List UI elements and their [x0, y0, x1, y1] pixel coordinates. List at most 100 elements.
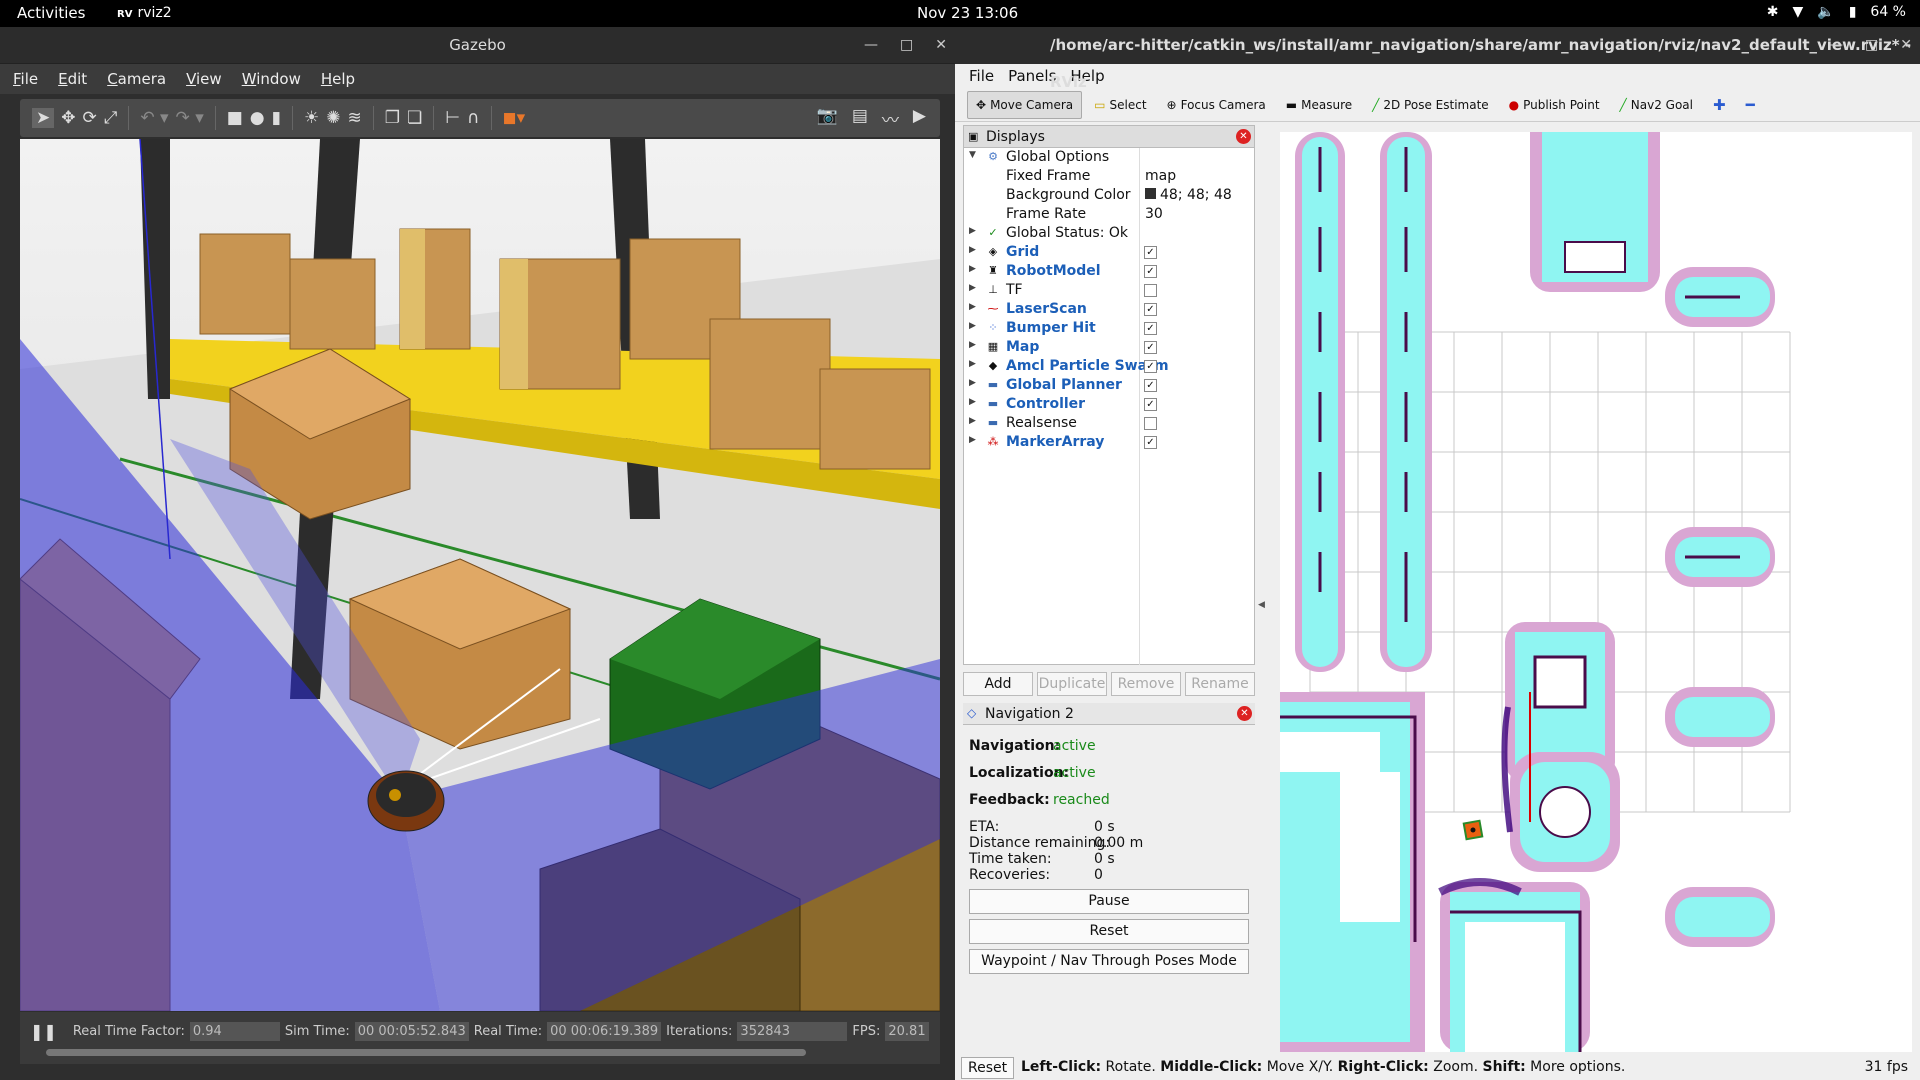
close-icon[interactable]: ✕: [1900, 27, 1912, 64]
tree-row-fixed-frame[interactable]: Fixed Frame map: [964, 167, 1254, 186]
close-panel-icon[interactable]: ✕: [1237, 706, 1252, 721]
nav2-goal-button[interactable]: ╱ Nav2 Goal: [1612, 92, 1701, 118]
rviz-3d-view[interactable]: [1280, 132, 1912, 1052]
measure-button[interactable]: ▬ Measure: [1278, 92, 1360, 118]
menu-window[interactable]: Window: [242, 64, 301, 94]
view-angle-icon[interactable]: ◼▾: [503, 108, 526, 128]
tree-row-amcl-particle-swarm[interactable]: ▶ ◆ Amcl Particle Swarm ✓: [964, 357, 1254, 376]
checkbox[interactable]: ✓: [1144, 360, 1157, 373]
checkbox[interactable]: ✓: [1144, 398, 1157, 411]
waypoint-mode-button[interactable]: Waypoint / Nav Through Poses Mode: [969, 949, 1249, 974]
close-panel-icon[interactable]: ✕: [1236, 129, 1251, 144]
frame-rate-value[interactable]: 30: [1145, 206, 1163, 222]
gazebo-titlebar[interactable]: Gazebo — □ ✕: [0, 27, 955, 64]
rviz-toolbar: ✥ Move Camera ▭ Select ⊕ Focus Camera ▬ Meas…: [955, 88, 1920, 122]
plot-icon[interactable]: 〰: [882, 106, 899, 131]
tree-row-laserscan[interactable]: ▶ ⁓ LaserScan ✓: [964, 300, 1254, 319]
horizontal-scrollbar[interactable]: [46, 1049, 806, 1056]
rviz-titlebar[interactable]: /home/arc-hitter/catkin_ws/install/amr_n…: [955, 27, 1920, 91]
menu-view[interactable]: View: [186, 64, 222, 94]
gazebo-window: Gazebo — □ ✕ File Edit Camera View Windo…: [0, 27, 955, 1080]
sphere-shape-icon[interactable]: ●: [250, 108, 265, 128]
checkbox[interactable]: ✓: [1144, 379, 1157, 392]
checkbox[interactable]: ✓: [1144, 246, 1157, 259]
tree-row-global-status[interactable]: ▶ ✓ Global Status: Ok: [964, 224, 1254, 243]
tree-row-frame-rate[interactable]: Frame Rate 30: [964, 205, 1254, 224]
pose-estimate-button[interactable]: ╱ 2D Pose Estimate: [1364, 92, 1497, 118]
log-icon[interactable]: ▤: [852, 106, 868, 131]
tree-row-map[interactable]: ▶ ▦ Map ✓: [964, 338, 1254, 357]
reset-nav-button[interactable]: Reset: [969, 919, 1249, 944]
rename-display-button[interactable]: Rename: [1185, 672, 1255, 696]
clock[interactable]: Nov 23 13:06: [917, 4, 1018, 22]
tree-row-markerarray[interactable]: ▶ ⁂ MarkerArray ✓: [964, 433, 1254, 452]
activities-button[interactable]: Activities: [17, 4, 85, 22]
undo-icon[interactable]: ↶ ▾: [140, 108, 168, 128]
fixed-frame-value[interactable]: map: [1145, 168, 1176, 184]
duplicate-display-button[interactable]: Duplicate: [1037, 672, 1107, 696]
snap-icon[interactable]: ∩: [467, 108, 479, 128]
menu-file[interactable]: File: [13, 64, 38, 94]
checkbox[interactable]: ✓: [1144, 436, 1157, 449]
maximize-icon[interactable]: □: [1865, 27, 1878, 64]
close-icon[interactable]: ✕: [935, 27, 947, 64]
remove-display-button[interactable]: Remove: [1111, 672, 1181, 696]
tree-row-tf[interactable]: ▶ ⊥ TF: [964, 281, 1254, 300]
gazebo-3d-viewport[interactable]: [20, 139, 940, 1011]
menu-file[interactable]: File: [969, 64, 994, 88]
directional-light-icon[interactable]: ≋: [348, 108, 362, 128]
checkbox[interactable]: ✓: [1144, 265, 1157, 278]
checkbox[interactable]: [1144, 417, 1157, 430]
system-tray[interactable]: ✱ ▼ 🔈 ▮ 64 %: [1767, 4, 1906, 20]
app-menu[interactable]: RV rviz2: [117, 5, 172, 21]
tree-row-background-color[interactable]: Background Color 48; 48; 48: [964, 186, 1254, 205]
scale-mode-icon[interactable]: ⤢: [104, 108, 118, 128]
menu-edit[interactable]: Edit: [58, 64, 87, 94]
box-shape-icon[interactable]: ■: [227, 108, 243, 128]
checkbox[interactable]: ✓: [1144, 341, 1157, 354]
tree-row-realsense[interactable]: ▶ ▬ Realsense: [964, 414, 1254, 433]
tree-row-controller[interactable]: ▶ ▬ Controller ✓: [964, 395, 1254, 414]
select-button[interactable]: ▭ Select: [1086, 92, 1154, 118]
tree-row-grid[interactable]: ▶ ◈ Grid ✓: [964, 243, 1254, 262]
translate-mode-icon[interactable]: ✥: [61, 108, 75, 128]
menu-help[interactable]: Help: [321, 64, 355, 94]
publish-point-button[interactable]: ● Publish Point: [1501, 92, 1608, 118]
bg-color-value[interactable]: 48; 48; 48: [1145, 187, 1232, 203]
maximize-icon[interactable]: □: [900, 27, 913, 64]
tree-row-global-planner[interactable]: ▶ ▬ Global Planner ✓: [964, 376, 1254, 395]
minimize-icon[interactable]: —: [1829, 27, 1843, 64]
screenshot-icon[interactable]: 📷: [817, 106, 838, 131]
pause-button[interactable]: Pause: [969, 889, 1249, 914]
checkbox[interactable]: ✓: [1144, 303, 1157, 316]
fps-value: 20.81: [885, 1022, 929, 1041]
spot-light-icon[interactable]: ✺: [326, 108, 340, 128]
checkbox[interactable]: [1144, 284, 1157, 297]
point-light-icon[interactable]: ☀: [304, 108, 319, 128]
redo-icon[interactable]: ↷ ▾: [176, 108, 204, 128]
add-tool-icon[interactable]: ✚: [1705, 90, 1734, 120]
select-mode-icon[interactable]: ➤: [32, 108, 55, 128]
collapse-arrow-icon[interactable]: ◀: [1258, 600, 1265, 610]
align-icon[interactable]: ⊢: [445, 108, 460, 128]
time-taken-value: 0 s: [1094, 851, 1115, 867]
copy-icon[interactable]: ❐: [385, 108, 400, 128]
remove-tool-icon[interactable]: ━: [1738, 90, 1763, 120]
add-display-button[interactable]: Add: [963, 672, 1033, 696]
tree-row-bumper-hit[interactable]: ▶ ⁘ Bumper Hit ✓: [964, 319, 1254, 338]
pause-button[interactable]: ❚❚: [30, 1022, 57, 1041]
menu-camera[interactable]: Camera: [107, 64, 166, 94]
rotate-mode-icon[interactable]: ⟳: [83, 108, 97, 128]
reset-view-button[interactable]: Reset: [961, 1057, 1015, 1079]
indicator-icon[interactable]: ✱: [1767, 4, 1779, 20]
sim-time-label: Sim Time:: [284, 1024, 350, 1039]
tree-row-robotmodel[interactable]: ▶ ♜ RobotModel ✓: [964, 262, 1254, 281]
paste-icon[interactable]: ❏: [407, 108, 422, 128]
panel-splitter[interactable]: ◀: [1255, 125, 1269, 1053]
minimize-icon[interactable]: —: [864, 27, 878, 64]
focus-camera-button[interactable]: ⊕ Focus Camera: [1159, 92, 1274, 118]
checkbox[interactable]: ✓: [1144, 322, 1157, 335]
tree-row-global-options[interactable]: ▼ ⚙ Global Options: [964, 148, 1254, 167]
video-record-icon[interactable]: ▶: [913, 106, 926, 131]
cylinder-shape-icon[interactable]: ▮: [272, 108, 281, 128]
